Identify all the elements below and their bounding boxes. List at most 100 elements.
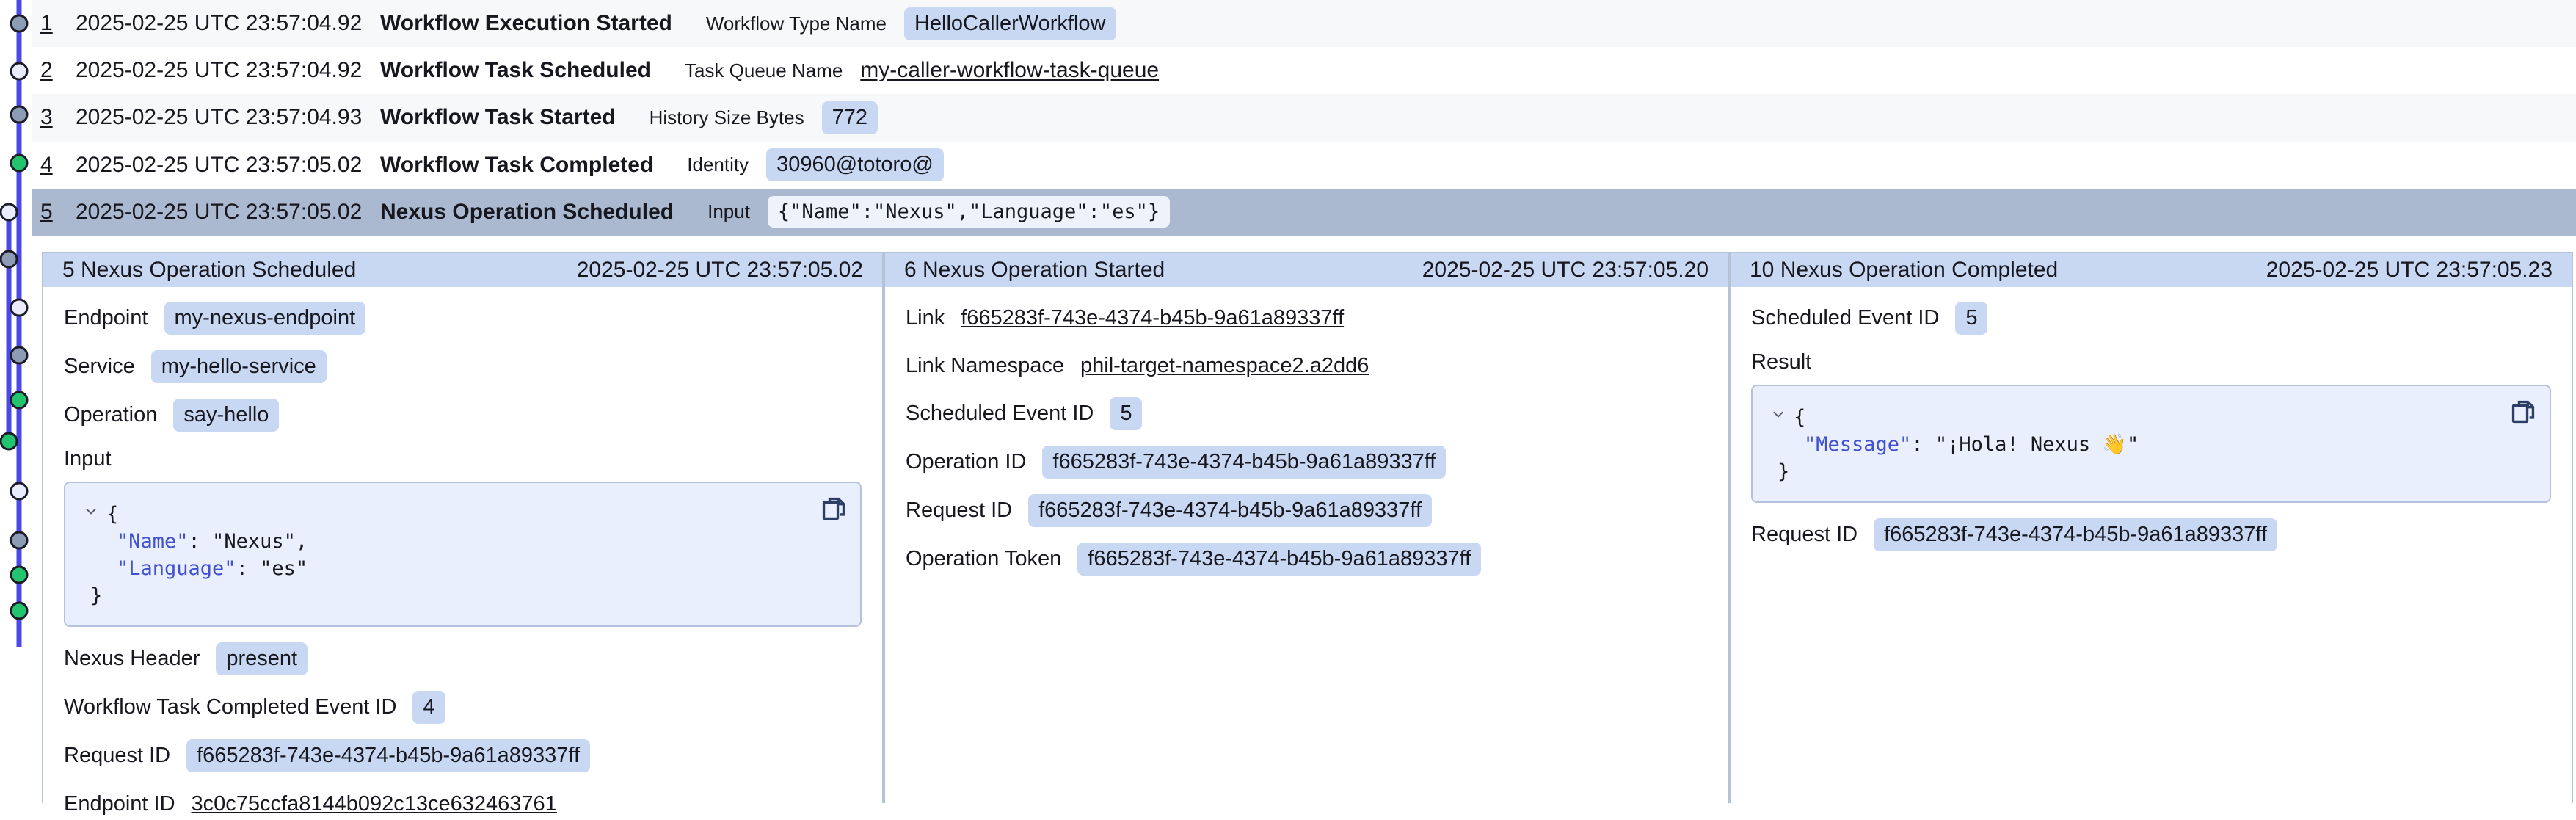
field-label: Result [1751,350,2551,374]
event-timestamp: 2025-02-25 UTC 23:57:04.93 [76,105,380,130]
json-code-block: {"Message": "¡Hola! Nexus 👋"} [1751,385,2551,503]
panel-timestamp: 2025-02-25 UTC 23:57:05.23 [2266,258,2553,283]
timeline-event-node-green[interactable] [11,603,27,619]
event-timestamp: 2025-02-25 UTC 23:57:04.92 [76,11,380,36]
timeline-event-node-green[interactable] [11,392,27,408]
collapse-chevron-icon[interactable] [1770,402,1786,429]
json-code-block: {"Name": "Nexus","Language": "es"} [64,482,862,627]
timeline-event-node-green[interactable] [1,433,17,449]
field-value-link[interactable]: phil-target-namespace2.a2dd6 [1080,354,1369,378]
timeline-event-node-gray[interactable] [11,106,27,123]
field-value-chip: f665283f-743e-4374-b45b-9a61a89337ff [1077,543,1481,576]
event-attr-value-chip: 772 [822,101,878,134]
event-timestamp: 2025-02-25 UTC 23:57:05.02 [76,200,380,225]
timeline-event-node-light[interactable] [1,204,17,220]
field-label: Operation [64,403,157,427]
json-key: "Language" [117,557,236,580]
timeline-event-node-gray[interactable] [11,347,27,363]
field-value-chip: f665283f-743e-4374-b45b-9a61a89337ff [1042,446,1446,479]
event-row[interactable]: 32025-02-25 UTC 23:57:04.93Workflow Task… [32,94,2576,141]
detail-field-nexus-header: Nexus Headerpresent [64,642,862,675]
field-label: Service [64,355,135,379]
field-value-link[interactable]: 3c0c75ccfa8144b092c13ce632463761 [192,792,557,816]
json-code-line: } [83,582,843,609]
collapse-chevron-icon[interactable] [83,499,99,526]
panel-title: 5 Nexus Operation Scheduled [62,258,356,283]
event-attr-value-link[interactable]: my-caller-workflow-task-queue [860,58,1159,83]
event-row[interactable]: 42025-02-25 UTC 23:57:05.02Workflow Task… [32,142,2576,189]
field-label: Endpoint ID [64,792,175,816]
json-value: : "es" [236,557,308,580]
json-code-line: { [1770,402,2532,431]
timeline-event-node-green[interactable] [11,155,27,171]
event-name: Nexus Operation Scheduled [380,200,674,225]
event-id-link[interactable]: 2 [40,58,76,83]
event-row[interactable]: 12025-02-25 UTC 23:57:04.92Workflow Exec… [32,0,2576,47]
field-value-link[interactable]: f665283f-743e-4374-b45b-9a61a89337ff [961,306,1344,330]
json-code-line: "Name": "Nexus", [83,528,843,555]
copy-icon[interactable] [819,495,848,524]
field-label: Input [64,447,862,471]
field-label: Link Namespace [906,354,1064,378]
event-attr-label: History Size Bytes [650,106,804,129]
field-label: Request ID [1751,523,1858,547]
field-value-chip: f665283f-743e-4374-b45b-9a61a89337ff [1028,494,1432,527]
field-label: Nexus Header [64,647,200,671]
field-value-chip: 5 [1955,302,1987,335]
json-code-line: { [83,499,843,528]
field-label: Scheduled Event ID [906,402,1094,426]
event-timeline [0,0,42,803]
event-detail-panel: 10 Nexus Operation Completed 2025-02-25 U… [1729,252,2573,803]
panel-header: 10 Nexus Operation Completed 2025-02-25 U… [1731,253,2572,287]
panel-body: Link f665283f-743e-4374-b45b-9a61a89337ff… [885,287,1728,576]
panel-title: 10 Nexus Operation Completed [1750,258,2058,283]
detail-field-operation: Operation say-hello [64,399,862,432]
event-attr-value-chip: HelloCallerWorkflow [904,7,1116,40]
field-label: Request ID [64,744,170,768]
panel-body: Endpointmy-nexus-endpointServicemy-hello… [43,287,882,820]
event-detail-panel: 5 Nexus Operation Scheduled 2025-02-25 UT… [42,252,884,803]
field-value-chip: my-nexus-endpoint [164,302,366,335]
panel-header: 6 Nexus Operation Started2025-02-25 UTC … [885,253,1728,287]
json-code-line: } [1770,458,2532,485]
panel-header: 5 Nexus Operation Scheduled 2025-02-25 UT… [43,253,882,287]
json-brace: { [1794,406,1805,429]
timeline-event-node-light[interactable] [11,483,27,499]
event-name: Workflow Task Scheduled [380,58,651,83]
timeline-event-node-light[interactable] [11,300,27,316]
event-id-link[interactable]: 3 [40,105,76,130]
timeline-event-node-gray[interactable] [11,532,27,548]
event-row[interactable]: 52025-02-25 UTC 23:57:05.02Nexus Operati… [32,189,2576,236]
field-label: Request ID [906,498,1012,523]
event-id-link[interactable]: 5 [40,200,76,225]
detail-field-request-id: Request ID f665283f-743e-4374-b45b-9a61a8… [64,739,862,772]
event-history-list: 12025-02-25 UTC 23:57:04.92Workflow Exec… [32,0,2576,236]
field-label: Link [906,306,945,330]
detail-field-request-id: Request IDf665283f-743e-4374-b45b-9a61a8… [1751,518,2551,551]
event-id-link[interactable]: 1 [40,11,76,36]
json-code-line: "Language": "es" [83,555,843,582]
timeline-event-node-light[interactable] [11,63,27,79]
detail-field-result: Result {"Message": "¡Hola! Nexus 👋"} [1751,350,2551,503]
panel-timestamp: 2025-02-25 UTC 23:57:05.02 [577,258,863,283]
detail-field-operation-token: Operation Tokenf665283f-743e-4374-b45b-9… [906,543,1707,576]
temporal-event-history-screen: 12025-02-25 UTC 23:57:04.92Workflow Exec… [0,0,2576,803]
timeline-event-node-green[interactable] [11,567,27,583]
field-label: Operation ID [906,450,1026,474]
panel-title: 6 Nexus Operation Started [904,258,1165,283]
event-attr-value-chip: {"Name":"Nexus","Language":"es"} [768,196,1170,228]
detail-field-workflow-task-completed-event-id: Workflow Task Completed Event ID4 [64,691,862,724]
field-value-chip: my-hello-service [151,350,327,383]
event-name: Workflow Task Completed [380,153,653,178]
field-value-chip: say-hello [173,399,279,432]
timeline-event-node-gray[interactable] [1,251,17,267]
event-id-link[interactable]: 4 [40,153,76,178]
event-row[interactable]: 22025-02-25 UTC 23:57:04.92Workflow Task… [32,47,2576,94]
timeline-event-node-gray[interactable] [11,15,27,32]
json-value: : "Nexus", [189,530,308,553]
event-attr-label: Identity [687,153,749,176]
copy-icon[interactable] [2508,398,2538,427]
event-name: Workflow Execution Started [380,11,672,36]
field-value-chip: f665283f-743e-4374-b45b-9a61a89337ff [186,739,590,772]
event-attr-label: Input [707,200,750,223]
